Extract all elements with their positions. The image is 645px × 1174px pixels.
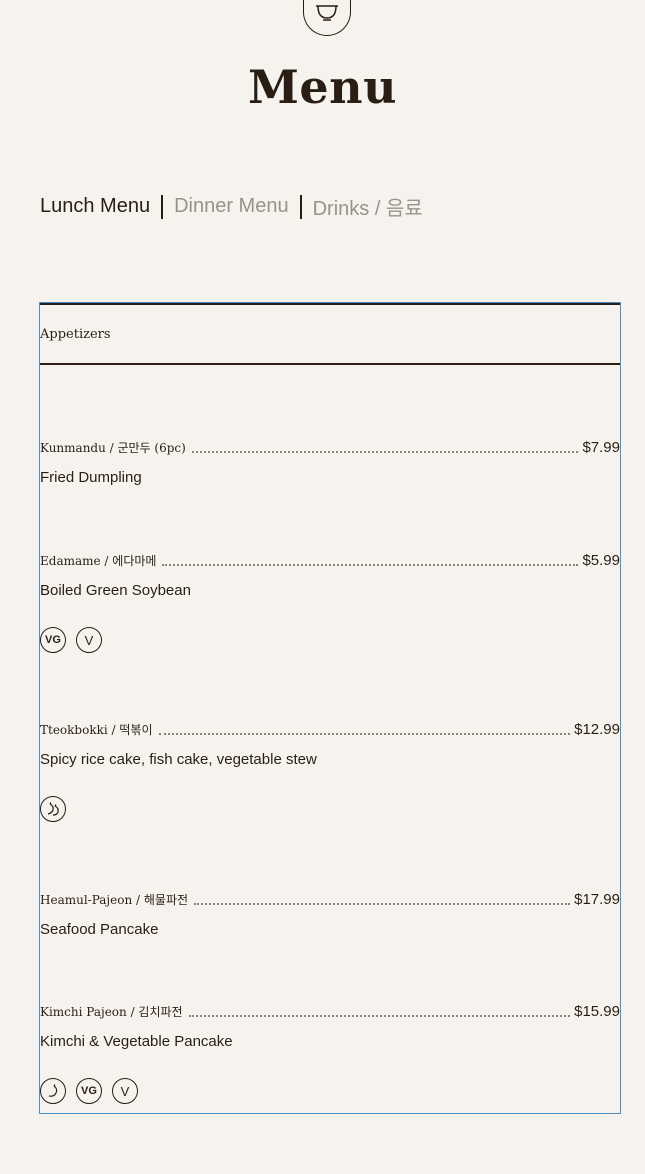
menu-item-description: Spicy rice cake, fish cake, vegetable st… — [40, 751, 317, 768]
menu-item-kimchi-pajeon: Kimchi Pajeon / 김치파전 $15.99 Kimchi & Veg… — [40, 1000, 620, 1104]
menu-item-edamame: Edamame / 에다마메 $5.99 Boiled Green Soybea… — [40, 549, 620, 653]
vegan-badge: VG — [40, 627, 66, 653]
dot-leader — [191, 450, 579, 453]
dietary-badges: VG V — [40, 627, 620, 653]
logo-badge — [303, 0, 351, 36]
dietary-badges — [40, 796, 620, 822]
tab-divider — [299, 194, 302, 219]
dot-leader — [188, 1014, 571, 1017]
vegetarian-badge: V — [76, 627, 102, 653]
menu-item-description: Seafood Pancake — [40, 921, 159, 938]
spicy-2-icon — [40, 796, 66, 822]
menu-item-kunmandu: Kunmandu / 군만두 (6pc) $7.99 Fried Dumplin… — [40, 436, 620, 486]
menu-item-name: Edamame / 에다마메 — [40, 554, 157, 568]
tab-divider — [161, 194, 164, 219]
dietary-badges: VG V — [40, 1078, 620, 1104]
menu-section-panel: Appetizers Kunmandu / 군만두 (6pc) $7.99 Fr… — [39, 302, 621, 1114]
tab-dinner-menu[interactable]: Dinner Menu — [174, 195, 289, 218]
menu-item-name: Heamul-Pajeon / 해물파전 — [40, 893, 189, 907]
menu-item-description: Kimchi & Vegetable Pancake — [40, 1033, 233, 1050]
menu-item-name: Kunmandu / 군만두 (6pc) — [40, 441, 186, 455]
menu-item-heamul-pajeon: Heamul-Pajeon / 해물파전 $17.99 Seafood Panc… — [40, 888, 620, 938]
menu-item-description: Boiled Green Soybean — [40, 582, 191, 599]
dot-leader — [194, 902, 571, 905]
menu-item-description: Fried Dumpling — [40, 469, 142, 486]
spicy-1-icon — [40, 1078, 66, 1104]
vegan-badge: VG — [76, 1078, 102, 1104]
bowl-icon — [316, 4, 338, 21]
menu-item-price: $5.99 — [582, 552, 620, 569]
section-title: Appetizers — [40, 305, 620, 365]
dot-leader — [162, 563, 579, 566]
menu-tabs: Lunch Menu Dinner Menu Drinks / 음료 — [40, 192, 423, 221]
menu-item-name: Kimchi Pajeon / 김치파전 — [40, 1005, 183, 1019]
menu-item-price: $12.99 — [574, 721, 620, 738]
menu-item-tteokbokki: Tteokbokki / 떡볶이 $12.99 Spicy rice cake,… — [40, 718, 620, 822]
menu-item-price: $15.99 — [574, 1003, 620, 1020]
menu-item-price: $7.99 — [582, 439, 620, 456]
dot-leader — [158, 732, 571, 735]
tab-drinks[interactable]: Drinks / 음료 — [313, 192, 423, 221]
tab-lunch-menu[interactable]: Lunch Menu — [40, 195, 150, 218]
vegetarian-badge: V — [112, 1078, 138, 1104]
menu-item-name: Tteokbokki / 떡볶이 — [40, 723, 153, 737]
page-title: Menu — [247, 60, 398, 114]
menu-item-price: $17.99 — [574, 891, 620, 908]
